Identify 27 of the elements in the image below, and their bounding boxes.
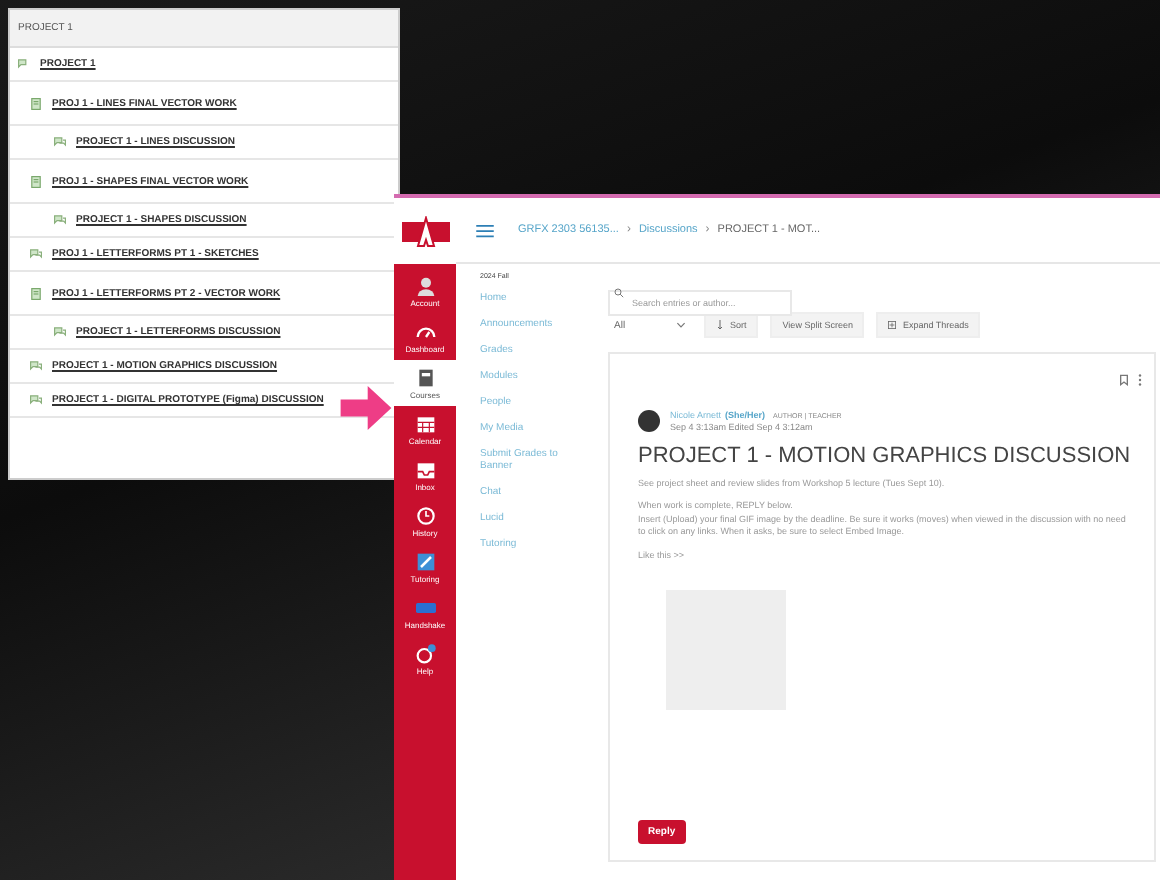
- tutoring-icon: [415, 551, 435, 571]
- menu-icon[interactable]: [476, 223, 494, 237]
- discussion-icon: [54, 136, 66, 148]
- assignment-icon: [30, 97, 42, 109]
- inbox-icon: [415, 459, 435, 479]
- more-options-icon[interactable]: [1136, 374, 1145, 386]
- calendar-icon: [415, 413, 435, 433]
- chevron-down-icon: [676, 322, 686, 328]
- book-icon: [415, 367, 435, 387]
- bookmark-icon[interactable]: [1120, 374, 1129, 386]
- arrow-icon: [340, 386, 392, 430]
- post-title: PROJECT 1 - MOTION GRAPHICS DISCUSSION: [638, 444, 1131, 468]
- discussion-icon: [18, 58, 30, 70]
- discussion-icon: [54, 326, 66, 338]
- person-icon: [415, 275, 435, 295]
- clock-icon: [415, 505, 435, 525]
- search-icon: [614, 288, 624, 298]
- help-icon: [415, 643, 435, 663]
- assignment-icon: [30, 287, 42, 299]
- discussion-icon: [30, 394, 42, 406]
- expand-icon: [888, 320, 897, 330]
- discussion-icon: [30, 360, 42, 372]
- avatar: [638, 410, 660, 432]
- discussion-icon: [54, 214, 66, 226]
- assignment-icon: [30, 175, 42, 187]
- arrow-down-icon: [716, 320, 724, 330]
- discussion-icon: [30, 248, 42, 260]
